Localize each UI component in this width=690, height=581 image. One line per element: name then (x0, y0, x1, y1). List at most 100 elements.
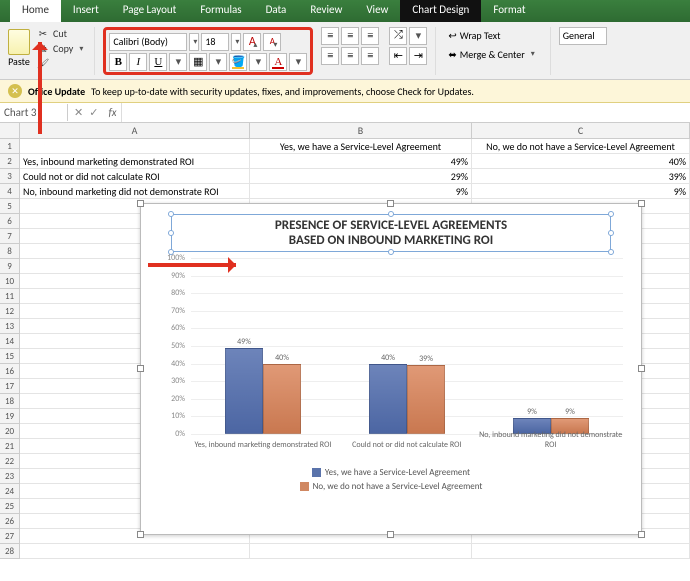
paste-button[interactable]: Paste (6, 27, 32, 71)
cell[interactable]: Could not or did not calculate ROI (20, 169, 250, 184)
decrease-indent-button[interactable]: ⇤ (389, 47, 407, 65)
align-top-button[interactable]: ≡ (321, 27, 339, 45)
tab-review[interactable]: Review (298, 0, 354, 22)
row-header[interactable]: 19 (0, 409, 20, 424)
name-box[interactable]: Chart 3 (0, 104, 68, 121)
fontcolor-dd[interactable]: ▾ (289, 53, 307, 71)
row-header[interactable]: 9 (0, 259, 20, 274)
row-header[interactable]: 13 (0, 319, 20, 334)
cell[interactable] (20, 139, 250, 154)
row-header[interactable]: 15 (0, 349, 20, 364)
cell[interactable]: Yes, inbound marketing demonstrated ROI (20, 154, 250, 169)
underline-button[interactable]: U (149, 53, 167, 71)
row-header[interactable]: 2 (0, 154, 20, 169)
row-header[interactable]: 3 (0, 169, 20, 184)
row-header[interactable]: 20 (0, 424, 20, 439)
col-header-b[interactable]: B (250, 123, 472, 139)
cell[interactable]: 39% (472, 169, 690, 184)
cell[interactable]: 29% (250, 169, 472, 184)
cell[interactable]: 9% (250, 184, 472, 199)
select-all-corner[interactable] (0, 123, 20, 139)
tab-format[interactable]: Format (481, 0, 537, 22)
row-header[interactable]: 5 (0, 199, 20, 214)
formula-input[interactable] (121, 103, 690, 122)
cell[interactable]: No, inbound marketing did not demonstrat… (20, 184, 250, 199)
row-header[interactable]: 22 (0, 454, 20, 469)
border-dd[interactable]: ▾ (209, 53, 227, 71)
row-header[interactable]: 21 (0, 439, 20, 454)
font-name-select[interactable]: Calibri (Body) (109, 33, 187, 51)
worksheet-grid[interactable]: A B C 1Yes, we have a Service-Level Agre… (0, 123, 690, 559)
grow-font-button[interactable]: A▴ (243, 33, 261, 51)
font-name-dd[interactable]: ▾ (189, 33, 199, 51)
shrink-font-button[interactable]: A▾ (263, 33, 281, 51)
row-header[interactable]: 23 (0, 469, 20, 484)
resize-handle[interactable] (137, 531, 144, 538)
cell[interactable]: No, we do not have a Service-Level Agree… (472, 139, 690, 154)
cancel-formula-icon[interactable]: ✕ (74, 106, 83, 119)
cell[interactable] (20, 544, 250, 559)
orientation-button[interactable]: ⤮ (389, 27, 407, 45)
number-format-select[interactable]: General (559, 27, 607, 45)
row-header[interactable]: 14 (0, 334, 20, 349)
merge-center-button[interactable]: ⬌Merge & Center▾ (444, 46, 541, 63)
row-header[interactable]: 27 (0, 529, 20, 544)
align-middle-button[interactable]: ≡ (341, 27, 359, 45)
row-header[interactable]: 25 (0, 499, 20, 514)
row-header[interactable]: 12 (0, 304, 20, 319)
row-header[interactable]: 24 (0, 484, 20, 499)
chart-legend[interactable]: Yes, we have a Service-Level Agreement N… (141, 466, 641, 494)
format-painter-button[interactable]: 🖌 (36, 57, 86, 71)
row-header[interactable]: 11 (0, 289, 20, 304)
tab-data[interactable]: Data (254, 0, 299, 22)
font-size-select[interactable]: 18 (201, 33, 229, 51)
row-header[interactable]: 18 (0, 394, 20, 409)
increase-indent-button[interactable]: ⇥ (409, 47, 427, 65)
row-header[interactable]: 28 (0, 544, 20, 559)
row-header[interactable]: 17 (0, 379, 20, 394)
accept-formula-icon[interactable]: ✓ (89, 106, 98, 119)
fill-dd[interactable]: ▾ (249, 53, 267, 71)
tab-formulas[interactable]: Formulas (188, 0, 253, 22)
chart-title[interactable]: PRESENCE OF SERVICE-LEVEL AGREEMENTS BAS… (171, 214, 611, 252)
italic-button[interactable]: I (129, 53, 147, 71)
orient-dd[interactable]: ▾ (409, 27, 427, 45)
cell[interactable]: 49% (250, 154, 472, 169)
resize-handle[interactable] (638, 365, 645, 372)
align-left-button[interactable]: ≡ (321, 47, 339, 65)
row-header[interactable]: 10 (0, 274, 20, 289)
align-center-button[interactable]: ≡ (341, 47, 359, 65)
align-right-button[interactable]: ≡ (361, 47, 379, 65)
tab-chart-design[interactable]: Chart Design (400, 0, 481, 22)
row-header[interactable]: 6 (0, 214, 20, 229)
font-color-button[interactable]: A (269, 53, 287, 71)
resize-handle[interactable] (137, 365, 144, 372)
resize-handle[interactable] (387, 200, 394, 207)
tab-home[interactable]: Home (10, 0, 61, 22)
col-header-c[interactable]: C (472, 123, 690, 139)
row-header[interactable]: 4 (0, 184, 20, 199)
resize-handle[interactable] (387, 531, 394, 538)
chart-plot-area[interactable]: 100%90%80%70%60%50%40%30%20%10%0% 49%40%… (191, 258, 623, 448)
row-header[interactable]: 16 (0, 364, 20, 379)
chart-object[interactable]: PRESENCE OF SERVICE-LEVEL AGREEMENTS BAS… (140, 203, 642, 535)
resize-handle[interactable] (638, 531, 645, 538)
cell[interactable]: 40% (472, 154, 690, 169)
cell[interactable]: Yes, we have a Service-Level Agreement (250, 139, 472, 154)
wrap-text-button[interactable]: ↩Wrap Text (444, 27, 541, 44)
align-bottom-button[interactable]: ≡ (361, 27, 379, 45)
bold-button[interactable]: B (109, 53, 127, 71)
tab-view[interactable]: View (354, 0, 400, 22)
cell[interactable] (250, 544, 472, 559)
row-header[interactable]: 26 (0, 514, 20, 529)
resize-handle[interactable] (638, 200, 645, 207)
border-button[interactable]: ▦ (189, 53, 207, 71)
cell[interactable]: 9% (472, 184, 690, 199)
row-header[interactable]: 7 (0, 229, 20, 244)
fill-color-button[interactable]: 🪣 (229, 53, 247, 71)
row-header[interactable]: 1 (0, 139, 20, 154)
close-icon[interactable]: ✕ (8, 84, 22, 98)
cell[interactable] (472, 544, 690, 559)
tab-page-layout[interactable]: Page Layout (111, 0, 189, 22)
resize-handle[interactable] (137, 200, 144, 207)
